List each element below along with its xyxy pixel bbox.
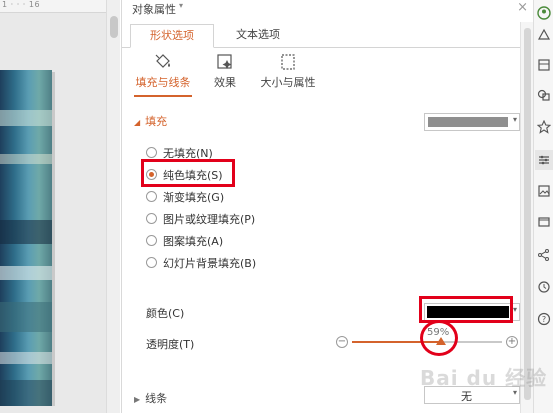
document-scrollbar[interactable] (106, 0, 120, 413)
effect-icon (217, 54, 232, 69)
chevron-down-icon: ▾ (512, 115, 517, 124)
svg-text:?: ? (542, 315, 546, 324)
panel-scrollbar[interactable] (520, 22, 533, 413)
slide-shadow (52, 72, 55, 406)
document-scrollbar-thumb[interactable] (110, 16, 118, 38)
radio-button[interactable] (146, 213, 157, 224)
minus-icon[interactable]: − (336, 336, 348, 348)
style-icon[interactable] (537, 28, 551, 42)
fill-color-swatch (428, 117, 508, 127)
plus-icon[interactable]: + (506, 336, 518, 348)
color-label: 颜色(C) (146, 307, 185, 320)
line-section-header[interactable]: ▶ 线条 (134, 390, 167, 406)
close-icon[interactable]: × (517, 0, 528, 15)
user-avatar-icon[interactable] (537, 6, 551, 20)
line-section-title: 线条 (145, 392, 168, 405)
fill-section-title: 填充 (145, 115, 168, 128)
radio-label: 幻灯片背景填充(B) (163, 257, 257, 270)
panel-header: 对象属性 ▾ × (122, 0, 534, 16)
highlight-circle (420, 320, 458, 356)
properties-icon[interactable] (537, 153, 551, 167)
document-canvas[interactable]: 1 · · · 16 (0, 0, 106, 413)
panel-scrollbar-thumb[interactable] (524, 28, 531, 400)
expand-triangle-icon: ◢ (134, 118, 141, 127)
collapsed-triangle-icon: ▶ (134, 395, 141, 404)
transparency-label: 透明度(T) (146, 338, 195, 351)
right-tool-rail: ? (533, 0, 553, 413)
object-properties-panel: 对象属性 ▾ × 形状选项 文本选项 填充与线条 效果 大小与属性 ◢ 填充 ▾… (121, 0, 534, 413)
radio-button[interactable] (146, 147, 157, 158)
slide-image[interactable] (0, 70, 52, 406)
shapes-icon[interactable] (537, 88, 551, 102)
chevron-down-icon: ▾ (512, 305, 517, 314)
subtab-effect-label: 效果 (214, 76, 236, 89)
radio-label: 图片或纹理填充(P) (163, 213, 256, 226)
help-icon[interactable]: ? (537, 312, 551, 326)
fill-section-header[interactable]: ◢ 填充 (134, 113, 167, 129)
history-icon[interactable] (537, 280, 551, 294)
radio-label: 图案填充(A) (163, 235, 224, 248)
fill-color-dropdown[interactable]: ▾ (424, 113, 520, 131)
layout-icon[interactable] (537, 58, 551, 72)
panel-title[interactable]: 对象属性 (132, 1, 176, 17)
radio-button[interactable] (146, 191, 157, 202)
subtab-size-label: 大小与属性 (260, 76, 316, 89)
fill-bucket-icon (155, 54, 170, 68)
radio-button[interactable] (146, 257, 157, 268)
horizontal-ruler: 1 · · · 16 (0, 0, 106, 13)
radio-button[interactable] (146, 235, 157, 246)
radio-label: 渐变填充(G) (163, 191, 225, 204)
star-icon[interactable] (537, 120, 551, 134)
tab-text-options[interactable]: 文本选项 (219, 24, 297, 48)
size-icon (281, 54, 295, 70)
line-dropdown[interactable]: 无 ▾ (424, 386, 520, 404)
chevron-down-icon: ▾ (512, 388, 517, 397)
highlight-box (141, 159, 235, 187)
chevron-down-icon[interactable]: ▾ (179, 1, 183, 10)
share-icon[interactable] (537, 248, 551, 262)
subtab-fill-and-line[interactable]: 填充与线条 (134, 52, 192, 94)
subtab-size-and-properties[interactable]: 大小与属性 (256, 52, 320, 94)
tab-shape-options[interactable]: 形状选项 (130, 24, 214, 48)
highlight-box (419, 296, 513, 323)
subtab-fill-label: 填充与线条 (135, 76, 191, 89)
window-icon[interactable] (537, 215, 551, 229)
panel-tabs: 形状选项 文本选项 (122, 24, 534, 48)
sub-tabs: 填充与线条 效果 大小与属性 (122, 50, 534, 97)
ruler-ticks: 1 · · · 16 (2, 0, 41, 9)
image-icon[interactable] (537, 184, 551, 198)
active-subtab-indicator (134, 95, 192, 97)
line-dropdown-value: 无 (461, 390, 472, 403)
subtab-effect[interactable]: 效果 (208, 52, 242, 94)
